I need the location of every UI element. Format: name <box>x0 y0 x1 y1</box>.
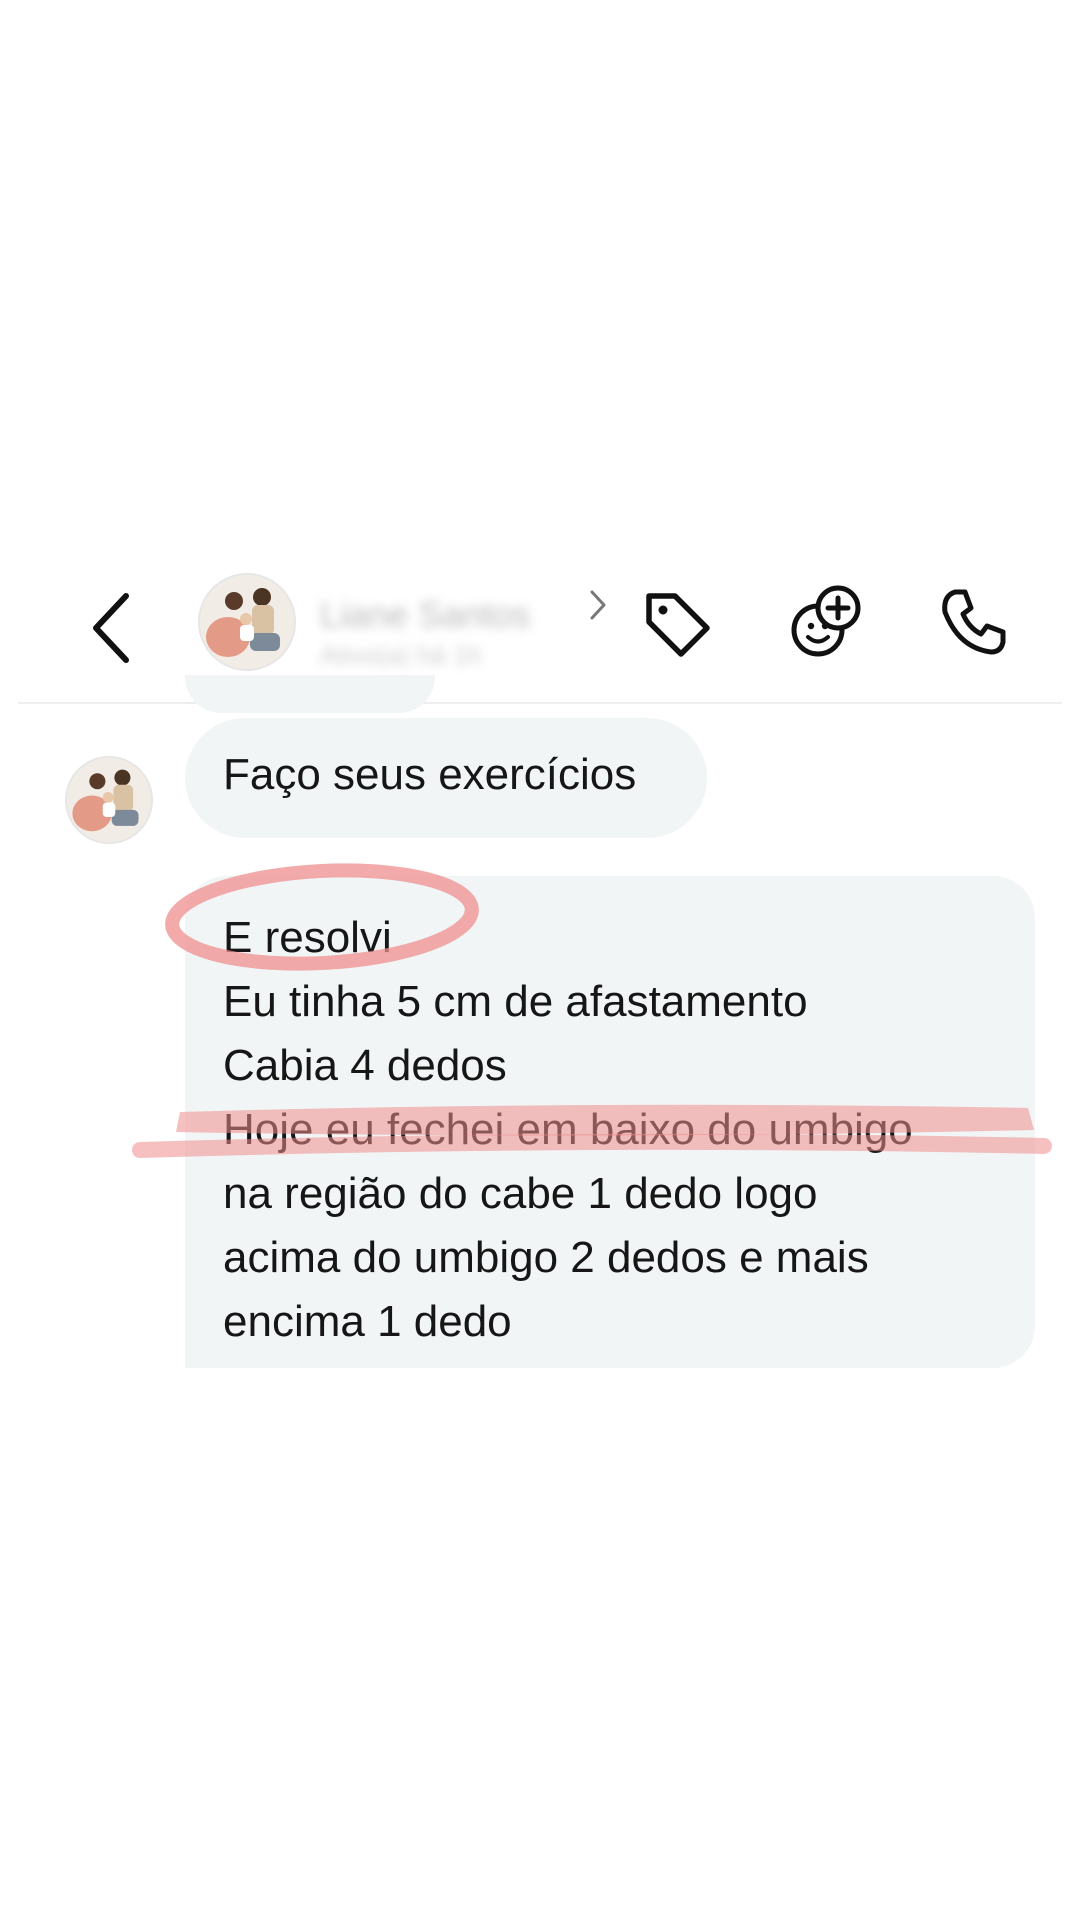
contact-status: Ativo(a) há 1h <box>320 640 482 670</box>
contact-info[interactable]: Liane Santos Ativo(a) há 1h <box>320 580 610 670</box>
contact-name: Liane Santos <box>320 594 531 635</box>
message-line: acima do umbigo 2 dedos e mais <box>223 1233 869 1282</box>
previous-message-bubble <box>185 675 435 713</box>
phone-icon[interactable] <box>933 582 1013 662</box>
message-bubble[interactable]: E resolvi Eu tinha 5 cm de afastamento C… <box>185 876 1035 1368</box>
message-line: na região do cabe 1 dedo logo <box>223 1169 818 1218</box>
tag-icon[interactable] <box>637 582 717 662</box>
family-photo <box>67 758 151 842</box>
sender-avatar[interactable] <box>65 756 153 844</box>
family-photo <box>200 575 294 669</box>
message-line: E resolvi <box>223 913 392 962</box>
message-line: Hoje eu fechei em baixo do umbigo <box>223 1105 913 1154</box>
header-divider <box>18 702 1062 704</box>
message-bubble[interactable]: Faço seus exercícios <box>185 718 707 838</box>
contact-avatar[interactable] <box>198 573 296 671</box>
chevron-right-icon <box>590 590 606 620</box>
back-arrow-icon[interactable] <box>88 588 138 668</box>
message-line: encima 1 dedo <box>223 1297 512 1346</box>
message-line: Cabia 4 dedos <box>223 1041 507 1090</box>
chat-header: Liane Santos Ativo(a) há 1h <box>0 560 1080 700</box>
add-sticker-icon[interactable] <box>786 582 866 662</box>
message-line: Eu tinha 5 cm de afastamento <box>223 977 808 1026</box>
message-text: Faço seus exercícios <box>223 750 637 799</box>
